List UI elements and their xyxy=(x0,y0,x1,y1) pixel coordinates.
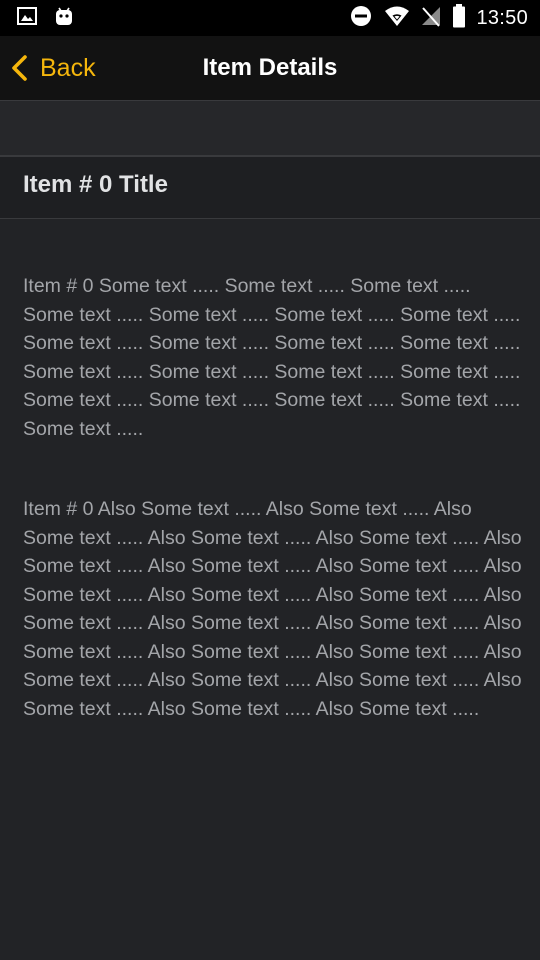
title-section: Item # 0 Title xyxy=(0,157,540,218)
back-button[interactable]: Back xyxy=(8,48,96,88)
status-left xyxy=(17,6,91,31)
item-text: Item # 0 Some text ..... Some text .....… xyxy=(23,275,521,440)
item-title: Item # 0 Title xyxy=(23,171,168,198)
status-right: 13:50 xyxy=(350,0,528,36)
chevron-left-icon xyxy=(8,54,32,82)
back-label: Back xyxy=(40,53,96,82)
status-time: 13:50 xyxy=(476,6,528,29)
header-band xyxy=(0,101,540,155)
wifi-icon xyxy=(384,5,410,32)
do-not-disturb-icon xyxy=(350,5,372,32)
status-bar: 13:50 xyxy=(0,0,540,36)
battery-icon xyxy=(452,3,466,33)
no-signal-icon xyxy=(420,5,442,32)
android-icon xyxy=(54,6,74,31)
image-icon xyxy=(17,7,37,30)
screen: 13:50 Back Item Details Item # 0 Title I… xyxy=(0,0,540,960)
item-also-text: Item # 0 Also Some text ..... Also Some … xyxy=(23,498,522,720)
divider xyxy=(0,218,540,219)
app-bar: Back Item Details xyxy=(0,36,540,100)
